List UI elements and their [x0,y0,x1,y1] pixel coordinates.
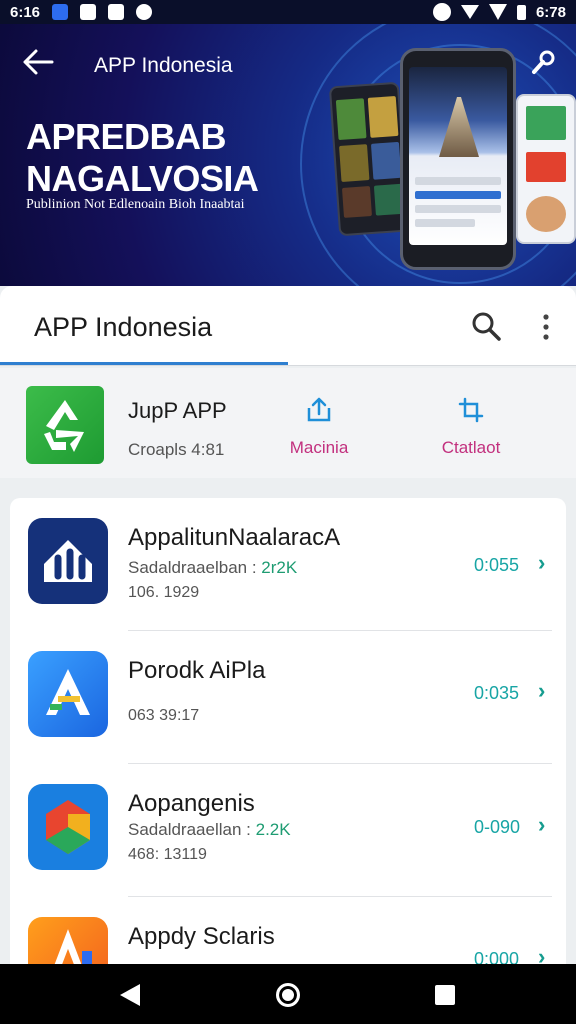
recycle-app-icon [26,386,104,464]
app-date: 106. 1929 [128,584,200,601]
wifi-icon [460,5,479,19]
crop-icon [458,397,484,423]
app-logo-icon [28,784,108,870]
list-item[interactable]: Porodk AiPla 063 39:17 0:035 › [10,631,566,764]
hero-headline-line2: NAGALVOSIA [26,158,259,199]
app-value: 0:000 [474,949,520,964]
share-icon [307,397,331,422]
status-time: 6:16 [10,3,41,21]
signal-icon [488,4,507,20]
phone-mockup-center [400,48,516,270]
app-name: Appdy Sclaris [128,923,275,950]
app-logo-icon [28,651,108,737]
app-name: Porodk AiPla [128,657,266,684]
back-arrow-icon[interactable] [22,48,54,82]
system-nav-bar [0,964,576,1024]
top-app-bar: APP Indonesia [0,286,576,366]
app-notification-icon [52,4,69,20]
app-downloads-label: Sadaldraaelban : [128,558,257,577]
phone-mockup-left [328,81,410,237]
featured-app-name: JupP APP [128,398,227,423]
app-downloads: Sadaldraaelban : 2r2K [128,558,297,578]
share-action-label: Macinia [289,438,349,457]
app-value: 0:035 [474,683,520,703]
app-logo-icon [28,518,108,604]
app-downloads-value: 2.2K [255,820,291,839]
app-notification-icon [80,4,97,20]
hero-banner: APP Indonesia APREDBAB NAGALVOSIA Publin… [0,24,576,286]
content-sheet: APP Indonesia JupP APP Croapls 4:81 Maci… [0,286,576,964]
status-bar: 6:16 6:78 [0,0,576,24]
app-downloads-value: 2r2K [261,558,298,577]
app-notification-icon [108,4,125,20]
app-name: AppalitunNaalaracA [128,524,341,551]
list-item[interactable]: Appdy Sclaris 0:000 › [10,897,566,964]
nav-home-icon[interactable] [276,983,300,1007]
battery-icon [516,4,526,20]
nav-back-icon[interactable] [120,984,140,1006]
app-name: Aopangenis [128,790,255,817]
chevron-right-icon[interactable]: › [538,678,545,704]
search-icon[interactable] [470,310,502,342]
contact-action-button[interactable]: Ctatlaot [416,396,526,458]
app-date: 468: 13119 [128,846,207,863]
contact-action-label: Ctatlaot [441,438,501,457]
hero-subtitle: Publinion Not Edlenoain Bioh Inaabtai [26,197,245,212]
page-title: APP Indonesia [34,312,213,342]
hero-headline-line1: APREDBAB [26,116,227,157]
hero-app-title: APP Indonesia [94,54,233,77]
chevron-right-icon[interactable]: › [538,550,545,576]
list-item[interactable]: AppalitunNaalaracA Sadaldraaelban : 2r2K… [10,498,566,631]
app-downloads-label: Sadaldraaellan : [128,820,251,839]
list-item[interactable]: Aopangenis Sadaldraaellan : 2.2K 468: 13… [10,764,566,897]
app-value: 0-090 [474,817,521,837]
app-notification-icon [136,4,153,20]
chevron-right-icon[interactable]: › [538,944,545,964]
app-logo-icon [28,917,108,964]
active-tab-indicator [0,362,288,365]
share-action-button[interactable]: Macinia [264,396,374,458]
featured-app[interactable]: JupP APP Croapls 4:81 Macinia Ctatlaot [0,368,576,478]
status-time-right: 6:78 [535,3,566,21]
wrench-icon[interactable] [530,50,556,83]
alarm-icon [432,3,451,21]
featured-app-meta: Croapls 4:81 [128,440,225,459]
app-list: AppalitunNaalaracA Sadaldraaelban : 2r2K… [10,498,566,964]
app-date: 063 39:17 [128,707,200,724]
app-value: 0:055 [474,555,520,575]
more-vert-icon[interactable] [538,312,554,342]
nav-recents-icon[interactable] [435,985,455,1005]
chevron-right-icon[interactable]: › [538,812,545,838]
phone-mockup-right [516,94,576,244]
hero-headline: APREDBAB NAGALVOSIA [26,116,259,200]
app-downloads: Sadaldraaellan : 2.2K [128,820,291,840]
